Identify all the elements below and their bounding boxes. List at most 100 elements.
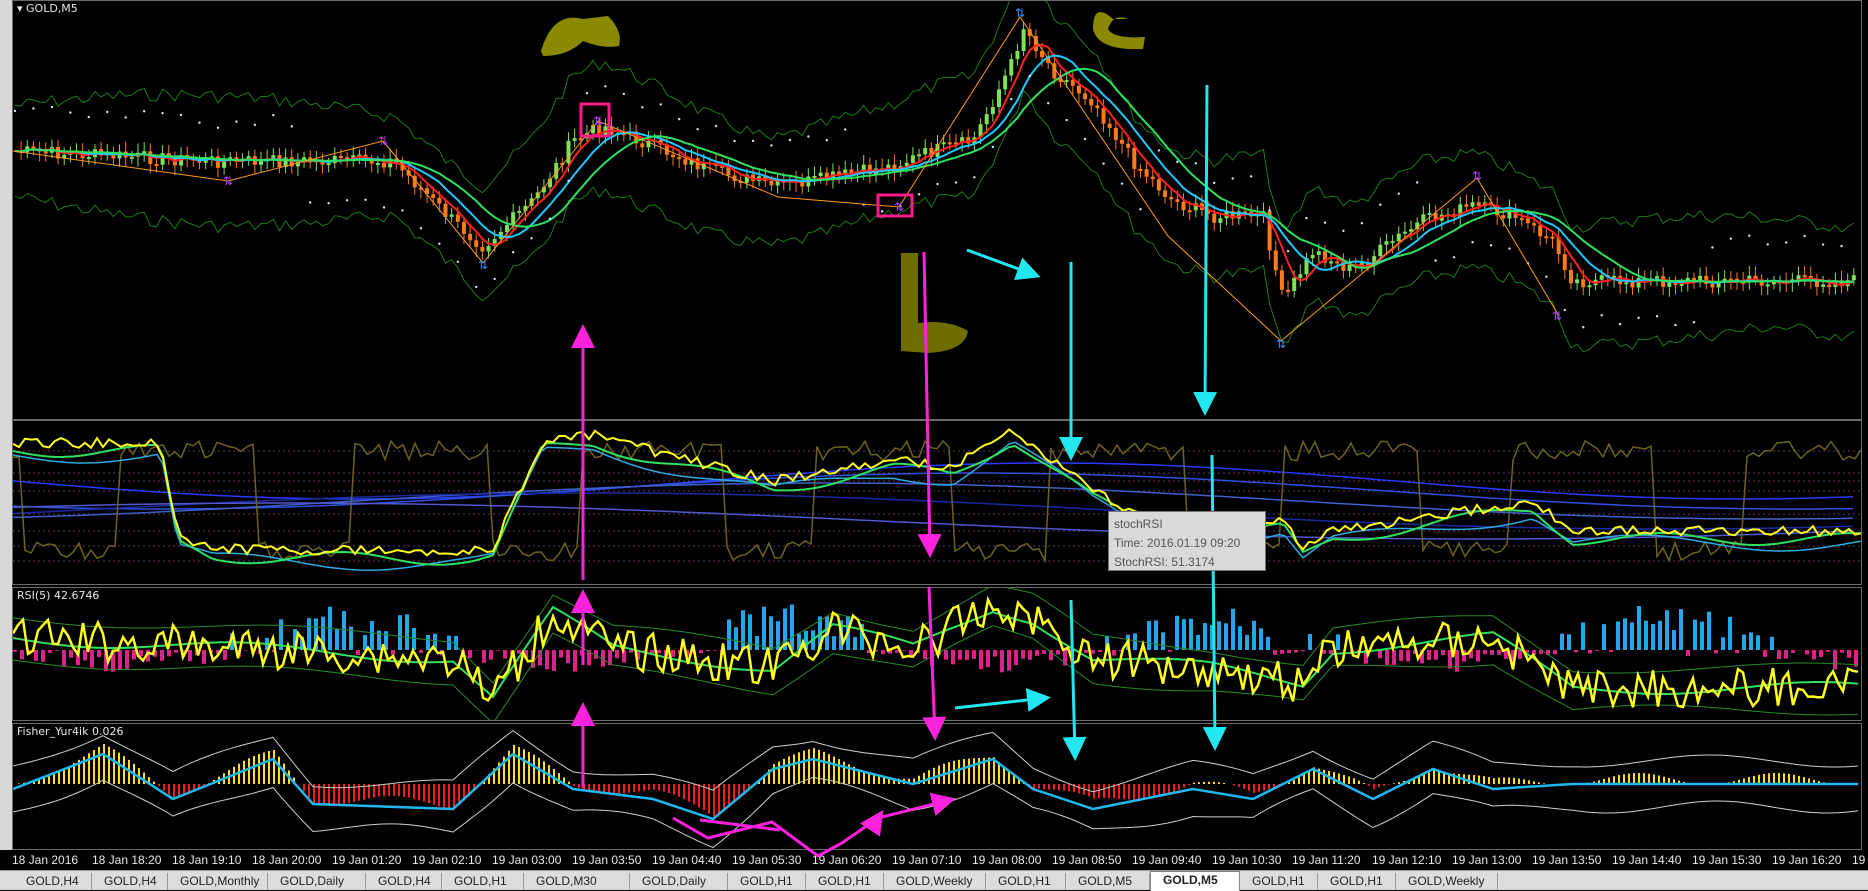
tab-chart[interactable]: GOLD,H4 xyxy=(366,873,442,890)
candle-body xyxy=(1581,279,1585,287)
sar-dot xyxy=(696,128,698,130)
fisher-histogram-bar xyxy=(1043,784,1045,789)
fisher-histogram-bar xyxy=(1363,783,1365,784)
fisher-histogram-bar xyxy=(1268,784,1270,789)
tab-chart[interactable]: GOLD,H4 xyxy=(92,873,168,890)
rsi-histogram-bar xyxy=(13,650,17,652)
tab-chart[interactable]: GOLD,M5 xyxy=(1066,873,1150,890)
rsi-histogram-bar xyxy=(1630,622,1634,650)
symbol-label: GOLD,M5 xyxy=(26,2,78,15)
tab-chart[interactable]: GOLD,Daily xyxy=(630,873,728,890)
candle-body xyxy=(474,240,478,247)
tab-chart[interactable]: GOLD,Monthly xyxy=(168,873,268,890)
fisher-histogram-bar xyxy=(1298,777,1300,784)
rsi-histogram-bar xyxy=(1686,650,1690,656)
sar-dot xyxy=(494,278,496,280)
candle-body xyxy=(1145,169,1149,177)
fisher-histogram-bar xyxy=(1098,784,1100,798)
fisher-histogram-bar xyxy=(1518,779,1520,784)
sar-dot xyxy=(1010,98,1012,100)
fisher-histogram-bar xyxy=(653,784,655,790)
candle-body xyxy=(376,163,380,165)
candle-body xyxy=(985,114,989,124)
tab-chart[interactable]: GOLD,H1 xyxy=(1318,873,1396,890)
tab-chart[interactable]: GOLD,Weekly xyxy=(884,873,986,890)
rsi-panel[interactable]: RSI(5) 42.6746 xyxy=(12,587,1862,721)
candle-body xyxy=(517,211,521,213)
tab-chart[interactable]: GOLD,H1 xyxy=(442,873,524,890)
price-chart-panel[interactable]: ▾ GOLD,M5 ⇅⇅⇅⇅⇅⇅⇅⇅⇅ xyxy=(12,0,1862,420)
fisher-histogram-bar xyxy=(1768,773,1770,784)
rsi-histogram-bar xyxy=(202,650,206,664)
fisher-histogram-bar xyxy=(523,749,525,784)
fisher-histogram-bar xyxy=(798,752,800,784)
candle-body xyxy=(1428,213,1432,215)
candle-body xyxy=(1852,275,1856,280)
fisher-histogram-bar xyxy=(573,784,575,786)
candle-body xyxy=(1120,140,1124,144)
tab-chart[interactable]: GOLD,H1 xyxy=(986,873,1066,890)
tab-chart[interactable]: GOLD,Weekly xyxy=(1396,873,1498,890)
fisher-envelope-line xyxy=(13,777,1858,847)
rsi-histogram-bar xyxy=(1490,650,1494,655)
rsi-histogram-bar xyxy=(1161,632,1165,650)
rsi-histogram-bar xyxy=(1112,650,1116,655)
fisher-plot xyxy=(13,724,1861,849)
tab-chart[interactable]: GOLD,M5 xyxy=(1150,871,1240,891)
candle-body xyxy=(1138,169,1142,171)
rsi-histogram-bar xyxy=(979,650,983,669)
tab-chart[interactable]: GOLD,H1 xyxy=(728,873,806,890)
fisher-histogram-bar xyxy=(423,784,425,802)
fisher-histogram-bar xyxy=(1438,771,1440,784)
fisher-histogram-bar xyxy=(1213,782,1215,784)
candle-body xyxy=(1292,278,1296,291)
rsi-histogram-bar xyxy=(762,607,766,650)
rsi-histogram-bar xyxy=(1833,650,1837,669)
tab-chart[interactable]: GOLD,M30 xyxy=(524,873,630,890)
fisher-histogram-bar xyxy=(1493,778,1495,784)
fisher-histogram-bar xyxy=(1623,774,1625,784)
stochrsi-panel[interactable] xyxy=(12,420,1862,585)
candle-body xyxy=(923,148,927,154)
candle-body xyxy=(1464,204,1468,206)
candle-body xyxy=(44,152,48,154)
fisher-histogram-bar xyxy=(1063,784,1065,791)
rsi-histogram-bar xyxy=(790,605,794,650)
rsi-histogram-bar xyxy=(1133,633,1137,650)
fisher-histogram-bar xyxy=(1503,777,1505,784)
tab-chart[interactable]: GOLD,H1 xyxy=(1240,873,1318,890)
rsi-histogram-bar xyxy=(426,635,430,650)
rsi-histogram-bar xyxy=(1007,650,1011,671)
fisher-panel[interactable]: Fisher_Yur4ik 0.026 xyxy=(12,723,1862,850)
tab-chart[interactable]: GOLD,H1 xyxy=(806,873,884,890)
rsi-title: RSI(5) 42.6746 xyxy=(17,589,99,602)
tab-chart[interactable]: GOLD,Daily xyxy=(268,873,366,890)
sar-dot xyxy=(770,144,772,146)
candle-body xyxy=(1317,251,1321,255)
fisher-histogram-bar xyxy=(1508,778,1510,784)
sar-dot xyxy=(235,120,237,122)
fisher-histogram-bar xyxy=(63,769,65,784)
rsi-histogram-bar xyxy=(769,616,773,650)
fisher-histogram-bar xyxy=(1243,784,1245,789)
rsi-histogram-bar xyxy=(1308,634,1312,650)
sar-dot xyxy=(1582,326,1584,328)
rsi-histogram-bar xyxy=(167,650,171,656)
fisher-histogram-bar xyxy=(728,784,730,807)
tab-chart[interactable]: GOLD,H4 xyxy=(14,873,92,890)
fisher-histogram-bar xyxy=(378,784,380,797)
fisher-histogram-bar xyxy=(1373,784,1375,789)
rsi-histogram-bar xyxy=(1574,650,1578,652)
candle-body xyxy=(1298,274,1302,278)
fisher-histogram-bar xyxy=(1628,774,1630,784)
fisher-histogram-bar xyxy=(448,784,450,809)
fisher-histogram-bar xyxy=(388,784,390,796)
fisher-histogram-bar xyxy=(1633,773,1635,784)
sar-dot xyxy=(1434,259,1436,261)
candle-body xyxy=(130,157,134,159)
sar-dot xyxy=(623,93,625,95)
fisher-histogram-bar xyxy=(1263,784,1265,791)
time-axis-label: 19 Jan 02:10 xyxy=(412,853,481,867)
rsi-histogram-bar xyxy=(580,650,584,655)
candle-body xyxy=(1009,59,1013,76)
